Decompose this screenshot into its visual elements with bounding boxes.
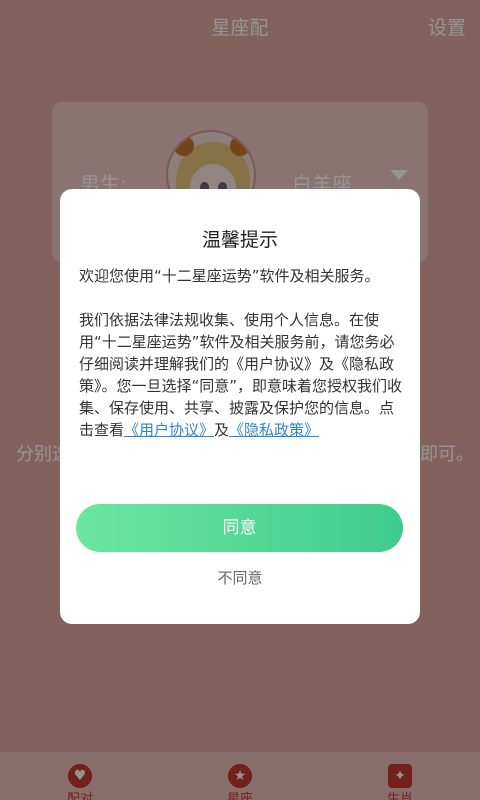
dialog-body: 欢迎您使用“十二星座运势”软件及相关服务。 我们依据法律法规收集、使用个人信息。… <box>79 265 404 441</box>
policy-paragraph: 我们依据法律法规收集、使用个人信息。在使用“十二星座运势”软件及相关服务前，请您… <box>79 309 404 441</box>
user-agreement-link[interactable]: 《用户协议》 <box>124 421 214 439</box>
dialog-title: 温馨提示 <box>201 229 278 251</box>
and-text: 及 <box>214 421 230 439</box>
welcome-paragraph: 欢迎您使用“十二星座运势”软件及相关服务。 <box>79 267 380 285</box>
policy-text: 我们依据法律法规收集、使用个人信息。在使用“十二星座运势”软件及相关服务前，请您… <box>79 311 403 439</box>
disagree-button[interactable]: 不同意 <box>60 567 420 588</box>
privacy-dialog: 温馨提示 欢迎您使用“十二星座运势”软件及相关服务。 我们依据法律法规收集、使用… <box>60 189 420 624</box>
privacy-policy-link[interactable]: 《隐私政策》 <box>229 421 319 439</box>
agree-button[interactable]: 同意 <box>76 504 403 552</box>
